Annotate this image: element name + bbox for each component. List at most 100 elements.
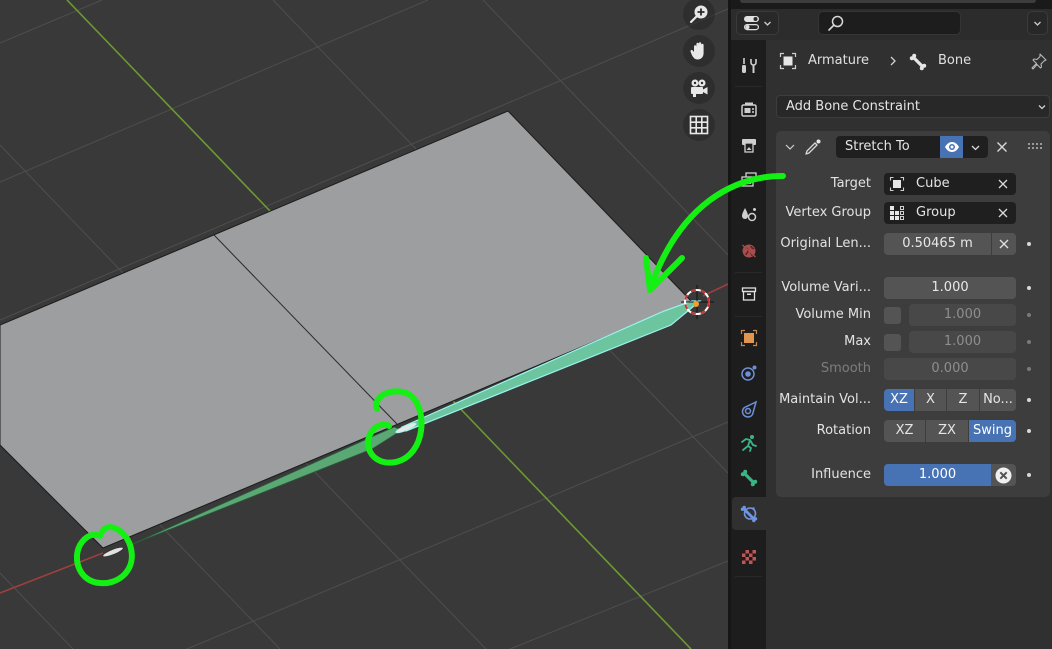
- drag-handle-icon[interactable]: [1028, 143, 1042, 151]
- maintain-volume-selector: XZ X Z No...: [884, 389, 1016, 411]
- camera-icon: [688, 77, 710, 99]
- tab-bone-constraints[interactable]: [732, 497, 766, 530]
- y-axis-line: [451, 399, 692, 649]
- close-icon: [998, 238, 1010, 250]
- chevron-down-icon: [1037, 102, 1047, 112]
- delete-constraint-icon[interactable]: [995, 140, 1009, 154]
- properties-content: Armature Bone Add Bone Constraint Stretc…: [766, 40, 1052, 649]
- constraint-name-field[interactable]: Stretch To: [836, 136, 940, 158]
- eye-icon: [944, 139, 960, 155]
- maintain-volume-option-xz[interactable]: XZ: [884, 389, 915, 411]
- editor-type-button[interactable]: [736, 11, 779, 35]
- target-value: Cube: [916, 176, 950, 191]
- tab-object[interactable]: [732, 323, 766, 353]
- armature-data-icon: [739, 433, 759, 453]
- keyframe-decorator[interactable]: [1027, 473, 1031, 477]
- tab-render[interactable]: [732, 94, 766, 124]
- breadcrumb-object: Armature: [808, 53, 870, 68]
- influence-slider[interactable]: 1.000: [884, 464, 991, 486]
- tab-collection[interactable]: [732, 279, 766, 309]
- close-circle-icon: [995, 467, 1012, 484]
- maintain-volume-option-x[interactable]: X: [915, 389, 947, 411]
- tab-tool[interactable]: [732, 51, 766, 81]
- grid-line: [598, 338, 728, 474]
- tab-bone[interactable]: [732, 463, 766, 493]
- target-label: Target: [830, 176, 871, 191]
- reset-length-button[interactable]: [991, 233, 1016, 255]
- tab-object-data[interactable]: [732, 428, 766, 458]
- add-bone-constraint-label: Add Bone Constraint: [786, 99, 920, 114]
- vertex-group-icon: [889, 205, 905, 221]
- smooth-field[interactable]: 0.000: [884, 358, 1016, 380]
- keyframe-decorator[interactable]: [1027, 429, 1031, 433]
- volume-min-field[interactable]: 1.000: [909, 304, 1016, 326]
- volume-max-checkbox[interactable]: [884, 334, 901, 351]
- object-icon: [739, 328, 759, 348]
- search-field[interactable]: [818, 11, 961, 35]
- plane-mesh[interactable]: [0, 110, 692, 549]
- bone-icon: [739, 468, 759, 488]
- orthographic-toggle-gizmo-button[interactable]: [683, 109, 715, 141]
- add-bone-constraint-dropdown[interactable]: Add Bone Constraint: [776, 95, 1050, 118]
- options-dropdown-button[interactable]: [1027, 11, 1048, 35]
- keyframe-decorator[interactable]: [1027, 286, 1031, 290]
- clear-target-icon[interactable]: [997, 178, 1009, 190]
- rotation-option-swing[interactable]: Swing: [969, 420, 1016, 442]
- volume-variation-field[interactable]: 1.000: [884, 277, 1016, 299]
- visibility-toggle[interactable]: [940, 136, 963, 158]
- keyframe-decorator[interactable]: [1027, 242, 1031, 246]
- rotation-selector: XZ ZX Swing: [884, 420, 1016, 442]
- tab-texture[interactable]: [732, 542, 766, 572]
- properties-header: [731, 9, 1052, 40]
- keyframe-decorator[interactable]: [1027, 313, 1031, 317]
- 3d-viewport[interactable]: [0, 0, 728, 649]
- volume-variation-label: Volume Vari...: [781, 280, 871, 295]
- hand-icon: [688, 40, 710, 62]
- pan-gizmo-button[interactable]: [683, 35, 715, 67]
- tab-output[interactable]: [732, 130, 766, 160]
- tab-scene[interactable]: [732, 199, 766, 229]
- object-icon: [889, 176, 905, 192]
- maintain-volume-option-z[interactable]: Z: [947, 389, 980, 411]
- search-icon: [827, 14, 845, 32]
- keyframe-decorator[interactable]: [1027, 367, 1031, 371]
- viewport-scene[interactable]: [0, 0, 728, 649]
- volume-max-label: Max: [844, 334, 871, 349]
- keyframe-decorator[interactable]: [1027, 398, 1031, 402]
- original-length-field[interactable]: 0.50465 m: [884, 233, 991, 255]
- collapse-chevron-icon[interactable]: [784, 141, 796, 153]
- tab-physics[interactable]: [732, 358, 766, 388]
- chevron-down-icon: [763, 19, 772, 28]
- search-input[interactable]: [849, 14, 954, 32]
- constraint-options-dropdown[interactable]: [963, 136, 988, 158]
- tab-separator: [735, 86, 762, 87]
- volume-min-checkbox[interactable]: [884, 307, 901, 324]
- properties-tab-bar: [731, 40, 766, 649]
- influence-value: 1.000: [918, 467, 957, 482]
- clear-vertex-group-icon[interactable]: [997, 207, 1009, 219]
- vertex-group-field[interactable]: Group: [884, 202, 1016, 224]
- texture-icon: [739, 547, 759, 567]
- grid-line: [0, 0, 429, 183]
- disable-keep-transform-button[interactable]: [991, 464, 1016, 486]
- maintain-volume-option-none[interactable]: No...: [980, 389, 1016, 411]
- volume-max-field[interactable]: 1.000: [909, 331, 1016, 353]
- 3d-cursor[interactable]: [681, 285, 714, 319]
- bone-constraint-icon: [739, 504, 759, 524]
- pin-icon[interactable]: [1030, 52, 1048, 70]
- adjacent-area-edge: [740, 0, 1036, 3]
- grid-icon: [688, 114, 710, 136]
- tab-world[interactable]: [732, 236, 766, 266]
- view-layer-icon: [739, 170, 759, 190]
- stretch-to-constraint-panel: Stretch To Target Cube Vertex Group Grou…: [776, 131, 1050, 497]
- keyframe-decorator[interactable]: [1027, 340, 1031, 344]
- x-axis-line: [0, 552, 104, 594]
- zoom-in-icon: [688, 3, 710, 25]
- rotation-option-xz[interactable]: XZ: [884, 420, 926, 442]
- target-field[interactable]: Cube: [884, 173, 1016, 195]
- smooth-label: Smooth: [820, 361, 871, 376]
- tab-object-constraints[interactable]: [732, 393, 766, 423]
- rotation-option-zx[interactable]: ZX: [926, 420, 969, 442]
- tab-view-layer[interactable]: [732, 165, 766, 195]
- camera-view-gizmo-button[interactable]: [683, 72, 715, 104]
